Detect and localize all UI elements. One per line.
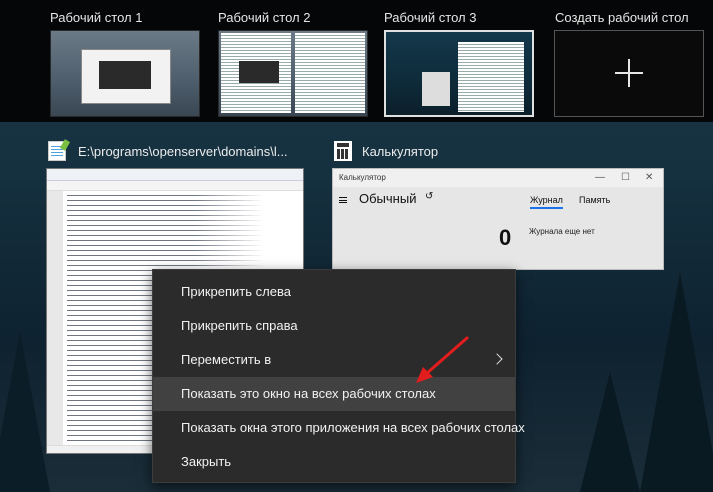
minimize-icon: — — [595, 172, 605, 183]
maximize-icon: ☐ — [621, 172, 630, 183]
calculator-window-thumbnail[interactable]: Калькулятор — ☐ ✕ Обычный ↺ Журнал Памят… — [332, 168, 664, 270]
menu-item-show-window-all-desktops[interactable]: Показать это окно на всех рабочих столах — [153, 377, 515, 411]
mini-window — [239, 61, 279, 83]
notepad-icon — [48, 141, 66, 161]
mini-window — [295, 33, 365, 113]
calculator-display: 0 — [499, 225, 512, 250]
desktop-1-thumbnail[interactable] — [50, 30, 200, 117]
desktop-2-thumbnail[interactable] — [218, 30, 368, 117]
menu-item-close[interactable]: Закрыть — [153, 445, 515, 479]
window-context-menu: Прикрепить слева Прикрепить справа Перем… — [152, 269, 525, 483]
calculator-window-title[interactable]: Калькулятор — [362, 144, 438, 159]
tree-silhouette — [640, 272, 713, 492]
menu-item-label: Прикрепить справа — [181, 318, 298, 333]
menu-item-label: Переместить в — [181, 352, 272, 367]
desktop-2[interactable]: Рабочий стол 2 — [218, 8, 368, 117]
journal-empty-text: Журнала еще нет — [529, 227, 595, 236]
menu-item-snap-right[interactable]: Прикрепить справа — [153, 309, 515, 343]
plus-icon — [615, 59, 643, 87]
desktop-label: Рабочий стол 1 — [50, 10, 143, 25]
mini-window — [99, 61, 151, 89]
menu-item-show-app-windows-all-desktops[interactable]: Показать окна этого приложения на всех р… — [153, 411, 525, 445]
tree-silhouette — [580, 372, 640, 492]
menu-item-label: Закрыть — [181, 454, 232, 469]
history-icon: ↺ — [425, 191, 434, 202]
create-desktop-button[interactable] — [554, 30, 704, 117]
calculator-titlebar: Калькулятор — ☐ ✕ — [333, 169, 663, 187]
hamburger-menu-icon — [339, 197, 347, 203]
menu-item-label: Прикрепить слева — [181, 284, 291, 299]
mini-window — [422, 72, 450, 106]
desktop-1[interactable]: Рабочий стол 1 — [50, 8, 200, 117]
line-numbers — [47, 191, 63, 445]
tree-silhouette — [0, 332, 50, 492]
menu-item-snap-left[interactable]: Прикрепить слева — [153, 275, 515, 309]
tab-memory: Память — [579, 195, 611, 205]
desktop-3-thumbnail[interactable] — [384, 30, 534, 117]
calculator-icon — [334, 141, 352, 161]
tab-journal: Журнал — [530, 195, 563, 209]
desktop-label: Рабочий стол 2 — [218, 10, 311, 25]
menu-item-label: Показать окна этого приложения на всех р… — [181, 420, 525, 435]
menu-item-label: Показать это окно на всех рабочих столах — [181, 386, 436, 401]
virtual-desktops-bar: Рабочий стол 1 Рабочий стол 2 Рабочий ст… — [0, 0, 713, 122]
notepad-window-title[interactable]: E:\programs\openserver\domains\l... — [78, 144, 308, 159]
calculator-titlebar-text: Калькулятор — [339, 173, 386, 182]
create-desktop-label: Создать рабочий стол — [555, 10, 689, 25]
mini-window — [458, 42, 524, 112]
toolbar — [47, 181, 303, 191]
calculator-mode: Обычный — [359, 191, 417, 206]
close-icon: ✕ — [645, 172, 654, 183]
menubar — [47, 169, 303, 181]
desktop-label: Рабочий стол 3 — [384, 10, 477, 25]
desktop-3[interactable]: Рабочий стол 3 — [384, 8, 534, 117]
chevron-right-icon — [491, 353, 503, 365]
menu-item-move-to[interactable]: Переместить в — [153, 343, 515, 377]
